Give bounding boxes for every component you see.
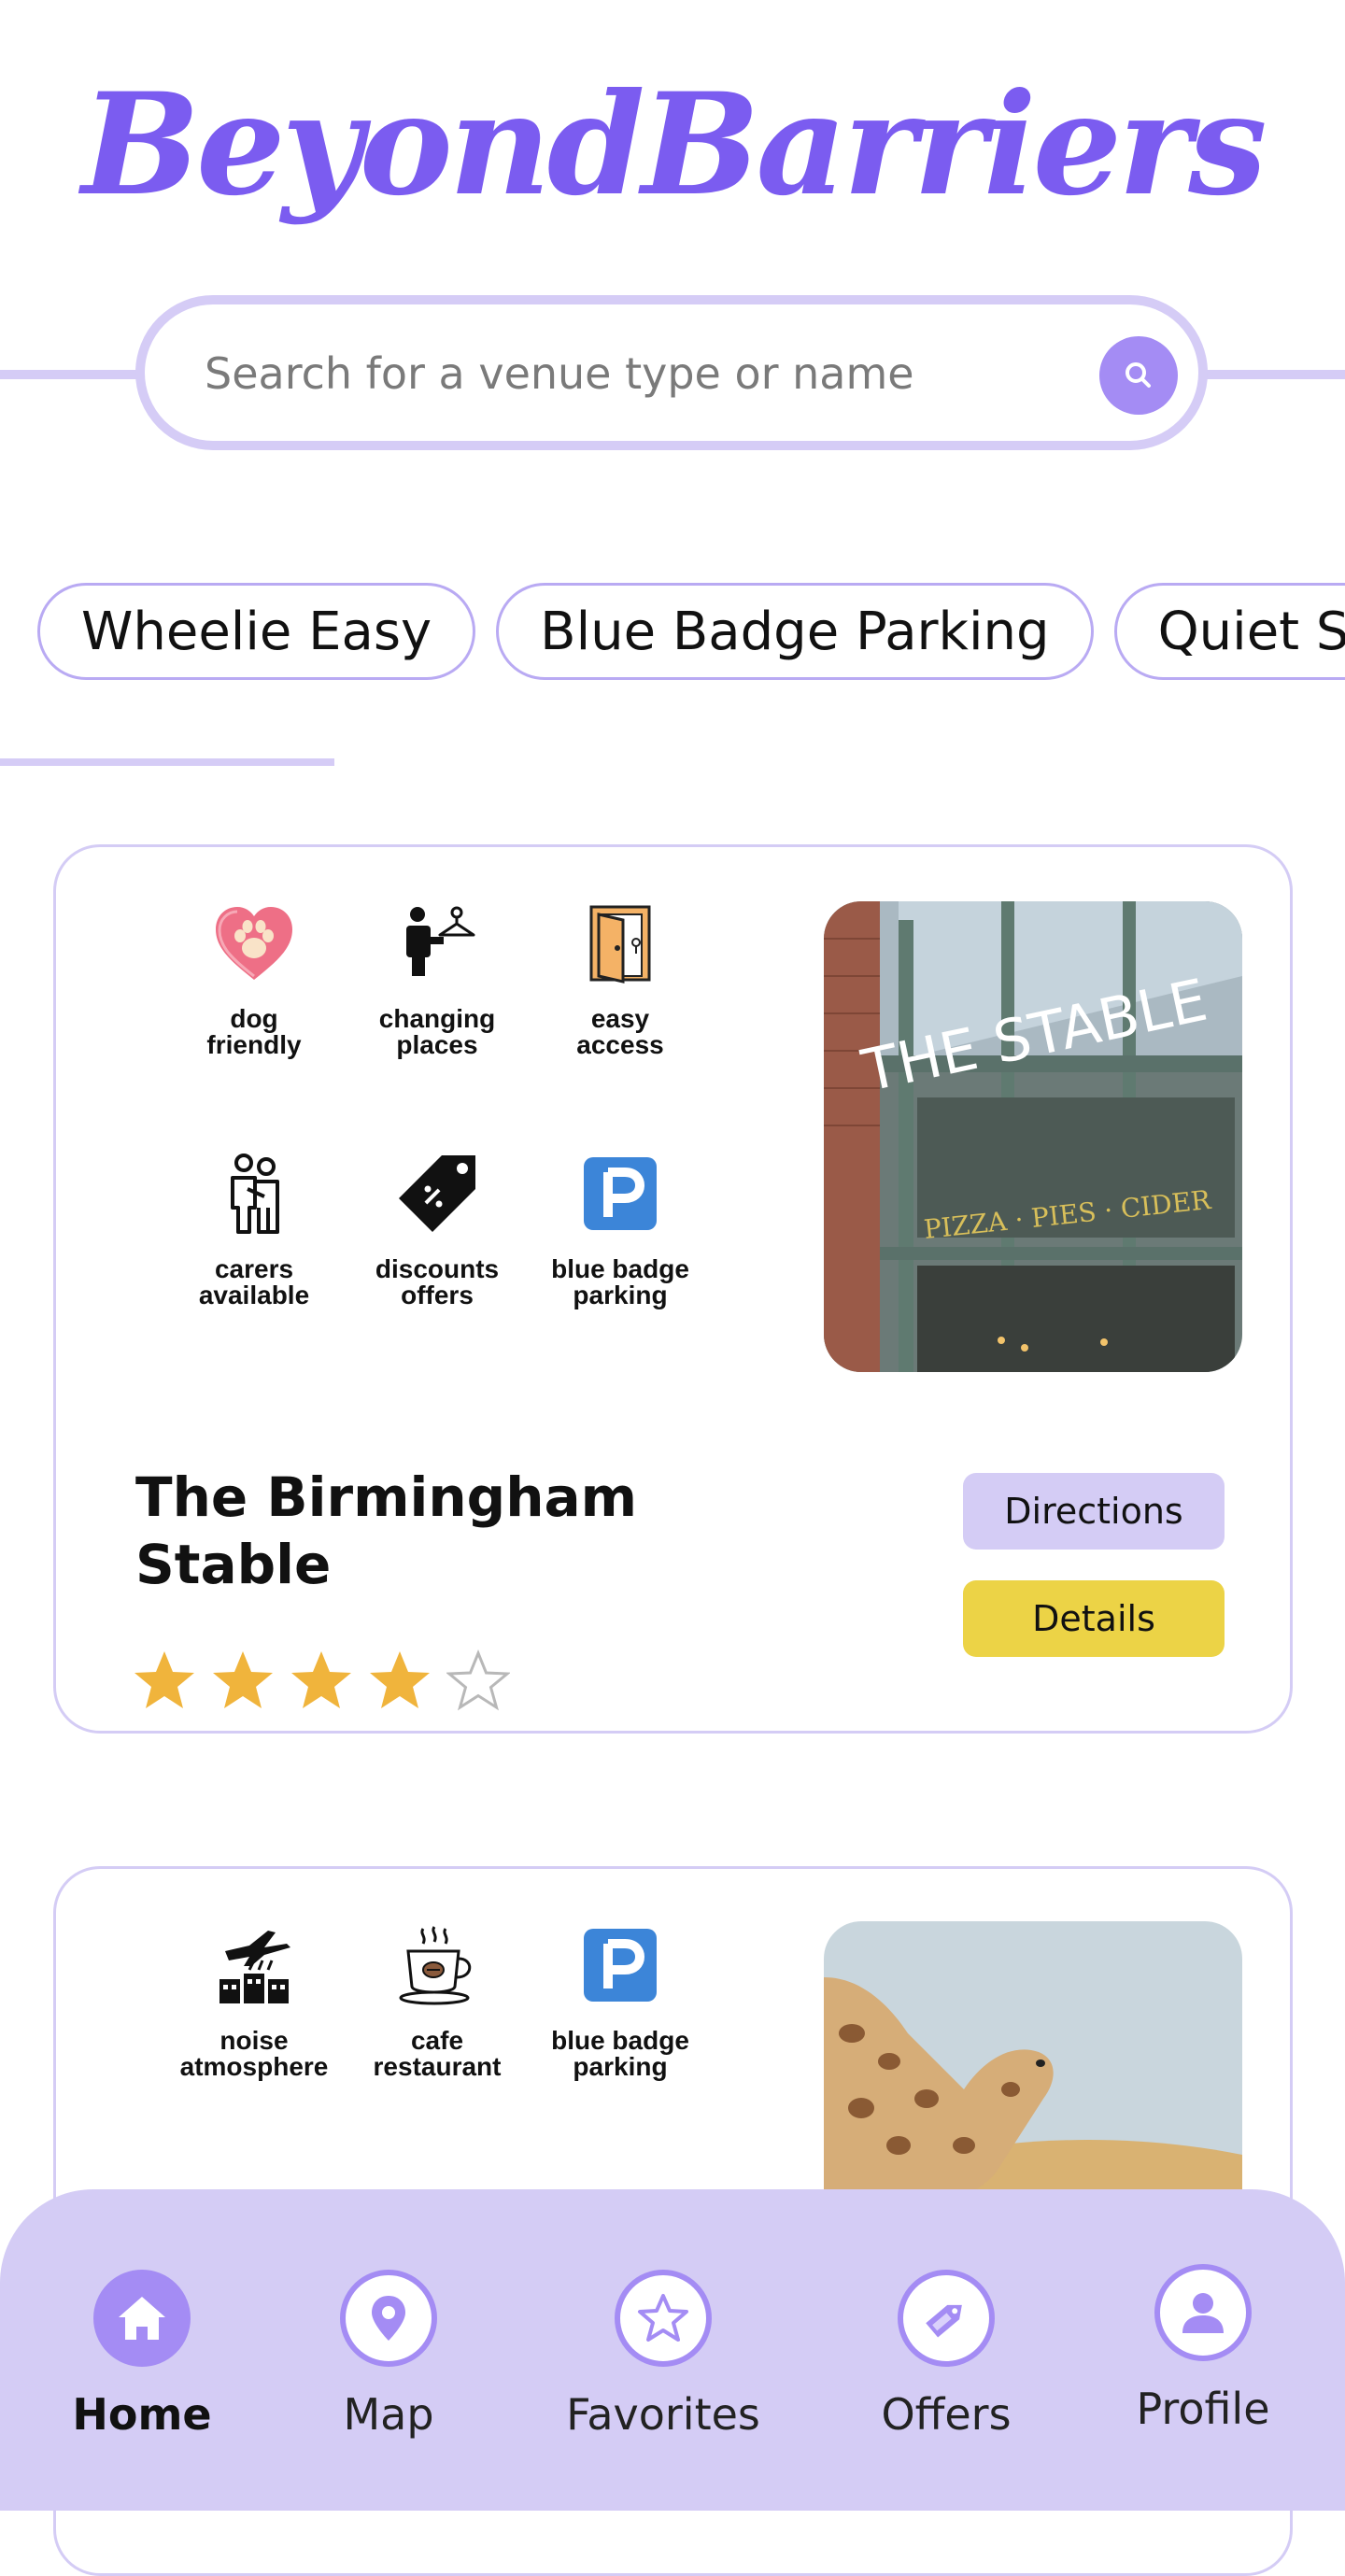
- feature-changing-places: changing places: [344, 901, 531, 1058]
- nav-favorites-circle: [615, 2270, 712, 2367]
- deal-tag-icon: [926, 2304, 962, 2338]
- dog-friendly-icon: [216, 907, 292, 980]
- nav-map-circle: [340, 2270, 437, 2367]
- easy-access-icon: [589, 905, 651, 984]
- feature-label: easy access: [576, 1004, 664, 1059]
- filter-chip-blue-badge-parking[interactable]: Blue Badge Parking: [496, 583, 1094, 680]
- filter-chip-quiet[interactable]: Quiet S: [1113, 583, 1345, 680]
- feature-label: changing places: [378, 1004, 496, 1059]
- cafe-restaurant-icon: [399, 1926, 472, 2005]
- map-pin-icon: [372, 2296, 405, 2341]
- search-icon: [1126, 362, 1151, 388]
- star-empty-icon: [446, 1649, 510, 1711]
- feature-dog-friendly: dog friendly: [161, 901, 347, 1058]
- feature-label: discounts offers: [375, 1254, 500, 1309]
- feature-label: dog friendly: [206, 1004, 302, 1059]
- user-icon: [1182, 2293, 1224, 2333]
- feature-cafe-restaurant: cafe restaurant: [344, 1923, 531, 2080]
- directions-button[interactable]: Directions: [963, 1473, 1225, 1550]
- star-filled-icon: [134, 1651, 194, 1708]
- nav-label-map: Map: [343, 2389, 434, 2440]
- venue-card: dogfriendly changingplaces easyaccess: [53, 844, 1293, 1734]
- feature-easy-access: easy access: [527, 901, 714, 1058]
- feature-blue-badge-parking: blue badge parking: [527, 1152, 714, 1309]
- star-filled-icon: [291, 1651, 351, 1708]
- nav-item-offers[interactable]: Offers: [834, 2270, 1058, 2440]
- carers-available-icon: [231, 1154, 279, 1234]
- nav-label-home: Home: [72, 2389, 212, 2440]
- feature-label: blue badge parking: [551, 2026, 689, 2081]
- feature-carers-available: carers available: [161, 1152, 347, 1309]
- nav-label-favorites: Favorites: [566, 2389, 760, 2440]
- app-logo: BeyondBarriers: [81, 63, 1267, 227]
- nav-offers-circle: [898, 2270, 995, 2367]
- changing-places-icon: [406, 906, 475, 976]
- venue-photo-image: THE STABLE PIZZA · PIES · CIDER: [824, 901, 1242, 1372]
- search-button[interactable]: [1099, 336, 1178, 415]
- feature-label: noise atmosphere: [179, 2026, 329, 2081]
- feature-blue-badge-parking: blue badge parking: [527, 1923, 714, 2080]
- feature-noise-atmosphere: noise atmosphere: [161, 1923, 347, 2080]
- filter-chips: Wheelie Easy Blue Badge Parking Quiet S: [37, 583, 1345, 680]
- chips-scroll-indicator[interactable]: [0, 758, 334, 766]
- star-rating: [133, 1649, 510, 1712]
- bottom-nav: Home Map Favorites Offers Profile: [0, 2189, 1345, 2511]
- search-bar: [135, 295, 1208, 450]
- details-button[interactable]: Details: [963, 1580, 1225, 1657]
- feature-discounts-offers: discounts offers: [344, 1152, 531, 1309]
- blue-badge-parking-icon: [584, 1929, 657, 2002]
- discounts-offers-icon: [399, 1155, 475, 1232]
- nav-home-circle: [93, 2270, 191, 2367]
- nav-profile-circle: [1154, 2264, 1252, 2361]
- feature-label: blue badge parking: [551, 1254, 689, 1309]
- star-icon: [638, 2294, 688, 2342]
- blue-badge-parking-icon: [584, 1157, 657, 1230]
- search-decor-line-left: [0, 370, 140, 379]
- nav-item-favorites[interactable]: Favorites: [551, 2270, 775, 2440]
- filter-chip-wheelie-easy[interactable]: Wheelie Easy: [37, 583, 476, 680]
- nav-item-map[interactable]: Map: [276, 2270, 501, 2440]
- feature-label: carers available: [198, 1254, 310, 1309]
- venue-photo[interactable]: THE STABLE PIZZA · PIES · CIDER: [824, 901, 1242, 1372]
- search-input[interactable]: [203, 338, 1047, 409]
- nav-item-home[interactable]: Home: [30, 2270, 254, 2440]
- home-icon: [119, 2297, 165, 2340]
- nav-label-profile: Profile: [1136, 2384, 1270, 2434]
- search-decor-line-right: [1205, 370, 1345, 379]
- feature-label: cafe restaurant: [373, 2026, 502, 2081]
- star-filled-icon: [370, 1651, 430, 1708]
- noise-atmosphere-icon: [219, 1931, 290, 2003]
- nav-label-offers: Offers: [881, 2389, 1012, 2440]
- venue-name: The Birmingham Stable: [135, 1465, 638, 1596]
- nav-item-profile[interactable]: Profile: [1091, 2264, 1315, 2434]
- star-filled-icon: [213, 1651, 273, 1708]
